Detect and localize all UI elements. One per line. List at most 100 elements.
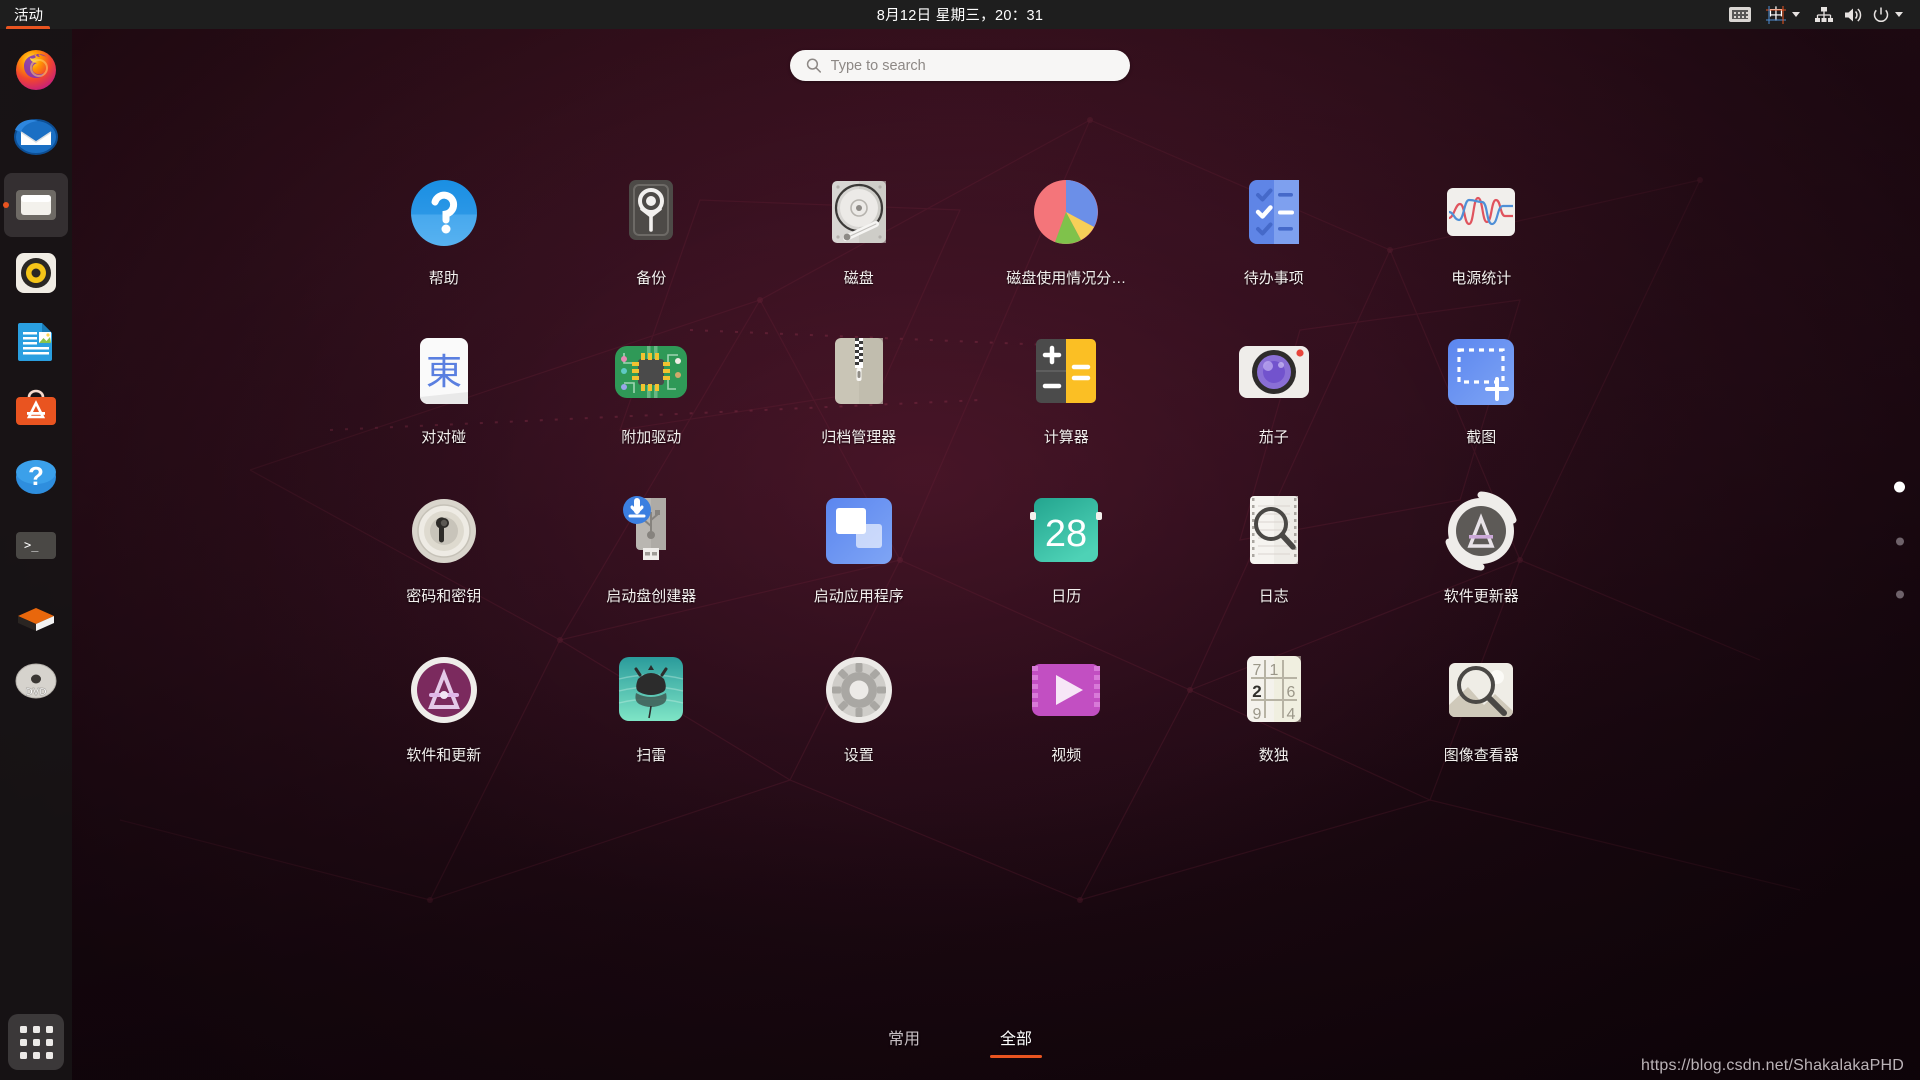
apps-grid-dot bbox=[45, 1038, 53, 1046]
app-item-calculator[interactable]: 计算器 bbox=[963, 331, 1171, 447]
settings-icon bbox=[818, 649, 900, 731]
system-menu-chevron-down-icon bbox=[1895, 12, 1903, 17]
app-item-disks[interactable]: 磁盘 bbox=[755, 172, 963, 288]
volume-icon bbox=[1845, 7, 1862, 22]
app-item-todo[interactable]: 待办事项 bbox=[1170, 172, 1378, 288]
tab-all[interactable]: 全部 bbox=[990, 1021, 1043, 1058]
activities-active-indicator bbox=[6, 26, 50, 29]
app-item-screenshot[interactable]: 截图 bbox=[1378, 331, 1586, 447]
dock-item-files[interactable] bbox=[4, 173, 68, 237]
archive-manager-icon bbox=[818, 331, 900, 413]
svg-text:?: ? bbox=[28, 461, 44, 491]
amazon-box-icon bbox=[13, 590, 59, 636]
terminal-icon: >_ bbox=[13, 522, 59, 568]
mines-icon bbox=[610, 649, 692, 731]
screenshot-icon bbox=[1440, 331, 1522, 413]
app-item-software-updater[interactable]: 软件更新器 bbox=[1378, 490, 1586, 606]
mahjongg-icon: 東 bbox=[403, 331, 485, 413]
page-dot-2[interactable] bbox=[1895, 537, 1904, 546]
dock-item-firefox[interactable] bbox=[4, 37, 68, 101]
status-area: 中 bbox=[1722, 0, 1910, 29]
app-label: 设置 bbox=[843, 747, 874, 764]
tab-frequent-label: 常用 bbox=[887, 1031, 920, 1048]
dock-item-ubuntu-software[interactable] bbox=[4, 377, 68, 441]
app-item-mahjongg[interactable]: 東 对对碰 bbox=[340, 331, 548, 447]
dvd-disc-icon: DVD bbox=[13, 658, 59, 704]
dock-item-rhythmbox[interactable] bbox=[4, 241, 68, 305]
todo-icon bbox=[1233, 172, 1315, 254]
power-statistics-icon bbox=[1440, 172, 1522, 254]
keyboard-indicator[interactable] bbox=[1722, 0, 1758, 29]
app-label: 日志 bbox=[1258, 588, 1289, 605]
app-item-settings[interactable]: 设置 bbox=[755, 649, 963, 765]
search-entry[interactable] bbox=[790, 50, 1130, 81]
show-applications-button[interactable] bbox=[8, 1014, 64, 1070]
app-item-help[interactable]: 帮助 bbox=[340, 172, 548, 288]
app-item-archive-manager[interactable]: 归档管理器 bbox=[755, 331, 963, 447]
apps-grid-dot bbox=[45, 1025, 53, 1033]
clock-button[interactable]: 8月12日 星期三，20：31 bbox=[867, 0, 1053, 29]
network-wired-icon bbox=[1815, 6, 1833, 22]
app-item-cheese[interactable]: 茄子 bbox=[1170, 331, 1378, 447]
firefox-icon bbox=[13, 46, 59, 92]
passwords-keys-icon bbox=[403, 490, 485, 572]
search-input[interactable] bbox=[830, 57, 1114, 74]
apps-grid-dot bbox=[32, 1051, 40, 1059]
app-item-software-and-updates[interactable]: 软件和更新 bbox=[340, 649, 548, 765]
ime-crosshair-icon bbox=[1766, 5, 1786, 24]
input-method-indicator[interactable]: 中 bbox=[1758, 0, 1807, 29]
app-item-calendar[interactable]: 28 日历 bbox=[963, 490, 1171, 606]
app-item-image-viewer[interactable]: 图像查看器 bbox=[1378, 649, 1586, 765]
help-icon bbox=[403, 172, 485, 254]
dock-item-libreoffice-writer[interactable] bbox=[4, 309, 68, 373]
cheese-icon bbox=[1233, 331, 1315, 413]
tab-all-label: 全部 bbox=[1000, 1031, 1033, 1048]
app-item-additional-drivers[interactable]: 附加驱动 bbox=[548, 331, 756, 447]
apps-grid-dot bbox=[19, 1051, 27, 1059]
application-grid: 帮助 备份 磁盘 磁盘使用情况分… 待办事项 电源统计 東 对对碰 附加驱动 归… bbox=[340, 172, 1585, 765]
page-dot-1[interactable] bbox=[1894, 481, 1905, 493]
dock-item-dvd[interactable]: DVD bbox=[4, 649, 68, 713]
files-icon bbox=[13, 182, 59, 228]
app-item-sudoku[interactable]: 71 9 4 6 2 数独 bbox=[1170, 649, 1378, 765]
app-item-mines[interactable]: 扫雷 bbox=[548, 649, 756, 765]
app-label: 启动盘创建器 bbox=[606, 588, 697, 605]
app-item-startup-disk-creator[interactable]: 启动盘创建器 bbox=[548, 490, 756, 606]
app-item-logs[interactable]: 日志 bbox=[1170, 490, 1378, 606]
app-label: 待办事项 bbox=[1243, 270, 1304, 287]
dock-item-amazon[interactable] bbox=[4, 581, 68, 645]
watermark: https://blog.csdn.net/ShakalakaPHD bbox=[1641, 1057, 1904, 1074]
activities-button[interactable]: 活动 bbox=[0, 0, 56, 29]
disk-usage-icon bbox=[1025, 172, 1107, 254]
app-item-startup-applications[interactable]: 启动应用程序 bbox=[755, 490, 963, 606]
app-item-videos[interactable]: 视频 bbox=[963, 649, 1171, 765]
dock-item-help[interactable]: ? bbox=[4, 445, 68, 509]
app-label: 磁盘 bbox=[843, 270, 874, 287]
app-item-disk-usage-analyzer[interactable]: 磁盘使用情况分… bbox=[963, 172, 1171, 288]
app-label: 软件和更新 bbox=[406, 747, 482, 764]
startup-disk-creator-icon bbox=[610, 490, 692, 572]
keyboard-icon bbox=[1729, 7, 1751, 22]
dock-item-thunderbird[interactable] bbox=[4, 105, 68, 169]
app-label: 扫雷 bbox=[636, 747, 667, 764]
image-viewer-icon bbox=[1440, 649, 1522, 731]
svg-text:東: 東 bbox=[426, 352, 462, 393]
top-bar: 活动 8月12日 星期三，20：31 中 bbox=[0, 0, 1920, 29]
system-menu-button[interactable] bbox=[1807, 0, 1910, 29]
calculator-icon bbox=[1025, 331, 1107, 413]
tab-frequent[interactable]: 常用 bbox=[878, 1021, 930, 1058]
disks-icon bbox=[818, 172, 900, 254]
software-updater-icon bbox=[1440, 490, 1522, 572]
svg-text:9: 9 bbox=[1252, 706, 1261, 723]
sudoku-icon: 71 9 4 6 2 bbox=[1233, 649, 1315, 731]
app-label: 对对碰 bbox=[421, 429, 467, 446]
app-item-backup[interactable]: 备份 bbox=[548, 172, 756, 288]
app-label: 附加驱动 bbox=[621, 429, 682, 446]
app-item-passwords-and-keys[interactable]: 密码和密钥 bbox=[340, 490, 548, 606]
dock-item-terminal[interactable]: >_ bbox=[4, 513, 68, 577]
app-label: 密码和密钥 bbox=[406, 588, 482, 605]
help-icon: ? bbox=[13, 454, 59, 500]
app-item-power-statistics[interactable]: 电源统计 bbox=[1378, 172, 1586, 288]
startup-applications-icon bbox=[818, 490, 900, 572]
page-dot-3[interactable] bbox=[1895, 590, 1904, 599]
